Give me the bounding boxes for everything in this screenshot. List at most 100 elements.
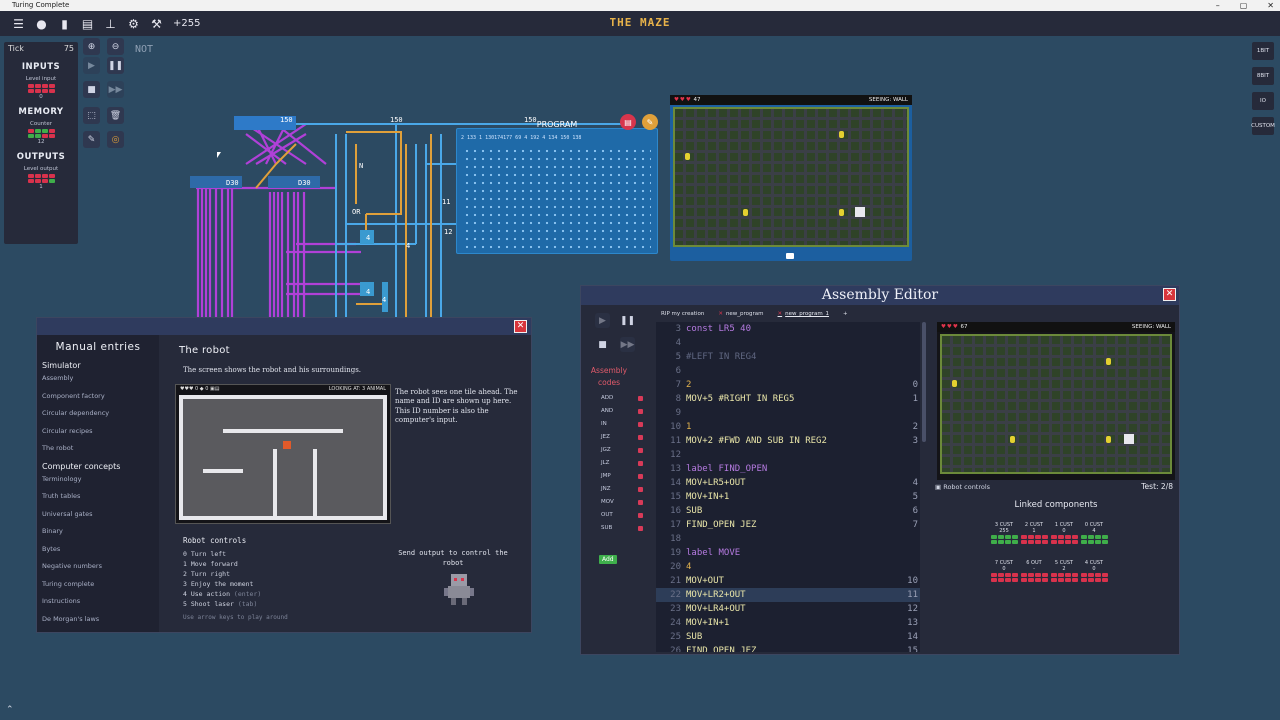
linked-component[interactable]: 4 CUST 0 <box>1079 560 1109 582</box>
asm-op-jnz[interactable]: JNZ <box>581 483 656 496</box>
asm-op-sub[interactable]: SUB <box>581 522 656 535</box>
asm-op-out[interactable]: OUT <box>581 509 656 522</box>
assembly-close-button[interactable]: ✕ <box>1163 288 1176 301</box>
manual-close-button[interactable]: ✕ <box>514 320 527 333</box>
code-line[interactable]: 18 <box>656 532 920 546</box>
maximize-button[interactable]: ▢ <box>1240 0 1248 11</box>
code-scrollbar[interactable] <box>922 322 926 442</box>
code-line[interactable]: 4 <box>656 336 920 350</box>
minimize-button[interactable]: – <box>1216 0 1220 11</box>
manual-item-bytes[interactable]: Bytes <box>37 541 159 559</box>
code-line[interactable]: 12 <box>656 448 920 462</box>
coin-icon <box>839 209 844 216</box>
new-tab-button[interactable]: + <box>838 310 853 322</box>
delete-op-icon <box>638 448 643 453</box>
step-play-button[interactable]: ▶ <box>83 57 100 74</box>
asm-op-jmp[interactable]: JMP <box>581 470 656 483</box>
code-line[interactable]: 8 MOV+5 #RIGHT IN REG5 1 <box>656 392 920 406</box>
code-line[interactable]: 72 0 <box>656 378 920 392</box>
code-line[interactable]: 9 <box>656 406 920 420</box>
asm-op-add[interactable]: ADD <box>581 392 656 405</box>
asm-op-mov[interactable]: MOV <box>581 496 656 509</box>
asm-op-jgz[interactable]: JGZ <box>581 444 656 457</box>
code-line[interactable]: 25 SUB 14 <box>656 630 920 644</box>
component-value: 4 <box>1092 528 1096 534</box>
manual-item-binary[interactable]: Binary <box>37 523 159 541</box>
small-maze-seeing: SEEING: WALL <box>1131 324 1171 330</box>
linked-component[interactable]: 5 CUST 2 <box>1049 560 1079 582</box>
maze-expand-icon[interactable] <box>786 253 794 259</box>
asm-play-button[interactable]: ▶ <box>595 313 610 328</box>
program-delete-icon[interactable]: ▤ <box>620 114 636 130</box>
code-line[interactable]: 15 MOV+IN+1 5 <box>656 490 920 504</box>
manual-item-circular-recipes[interactable]: Circular recipes <box>37 423 159 441</box>
linked-component[interactable]: 2 CUST 1 <box>1019 522 1049 544</box>
tab-rip-my-creation[interactable]: RIP my creation <box>656 310 709 322</box>
manual-item-instructions[interactable]: Instructions <box>37 593 159 611</box>
code-line[interactable]: 19 label MOVE <box>656 546 920 560</box>
asm-fast-forward-button[interactable]: ▶▶ <box>620 337 635 352</box>
code-line[interactable]: 16 SUB 6 <box>656 504 920 518</box>
close-window-button[interactable]: ✕ <box>1267 0 1274 11</box>
asm-stop-button[interactable]: ■ <box>595 337 610 352</box>
asm-op-in[interactable]: IN <box>581 418 656 431</box>
code-line[interactable]: 23 MOV+LR4+OUT 12 <box>656 602 920 616</box>
select-box-icon[interactable]: ⬚ <box>83 107 100 124</box>
linked-component[interactable]: 1 CUST 0 <box>1049 522 1079 544</box>
manual-item-the-robot[interactable]: The robot <box>37 440 159 458</box>
inputs-title: INPUTS <box>21 62 61 72</box>
color-wheel-icon[interactable]: ◎ <box>107 131 124 148</box>
asm-op-and[interactable]: AND <box>581 405 656 418</box>
category-io[interactable]: IO <box>1252 92 1274 110</box>
trash-icon[interactable]: 🗑 <box>107 107 124 124</box>
zoom-out-icon[interactable]: ⊖ <box>107 38 124 55</box>
linked-component[interactable]: 3 CUST 255 <box>989 522 1019 544</box>
linked-component[interactable]: 0 CUST 4 <box>1079 522 1109 544</box>
code-line[interactable]: 10 1 2 <box>656 420 920 434</box>
tab-new-program-1[interactable]: ✕ new_program_1 <box>773 310 834 322</box>
stop-button[interactable]: ■ <box>83 81 100 98</box>
code-line[interactable]: 3 const LR5 40 <box>656 322 920 336</box>
asm-op-jlz[interactable]: JLZ <box>581 457 656 470</box>
address-number: 0 <box>912 380 918 390</box>
category-custom[interactable]: CUSTOM <box>1251 117 1275 135</box>
pencil-icon[interactable]: ✎ <box>83 131 100 148</box>
tab-new-program[interactable]: ✕ new_program <box>713 310 768 322</box>
code-line[interactable]: 24 MOV+IN+1 13 <box>656 616 920 630</box>
code-line[interactable]: 26 FIND_OPEN JEZ 15 <box>656 644 920 652</box>
code-line[interactable]: 11 MOV+2 #FWD AND SUB IN REG2 3 <box>656 434 920 448</box>
manual-item-truth-tables[interactable]: Truth tables <box>37 488 159 506</box>
manual-item-circular-dependency[interactable]: Circular dependency <box>37 405 159 423</box>
asm-pause-button[interactable]: ❚❚ <box>620 313 635 328</box>
program-edit-icon[interactable]: ✎ <box>642 114 658 130</box>
manual-item-assembly[interactable]: Assembly <box>37 370 159 388</box>
code-line[interactable]: 6 <box>656 364 920 378</box>
manual-item-negative-numbers[interactable]: Negative numbers <box>37 558 159 576</box>
pause-button[interactable]: ❚❚ <box>107 57 124 74</box>
code-line[interactable]: 22 MOV+LR2+OUT 11 <box>656 588 920 602</box>
code-text: MOV+LR4+OUT <box>686 604 746 614</box>
code-line[interactable]: 14 MOV+LR5+OUT 4 <box>656 476 920 490</box>
code-line[interactable]: 5 #LEFT IN REG4 <box>656 350 920 364</box>
code-line[interactable]: 21 MOV+OUT 10 <box>656 574 920 588</box>
manual-item-terminology[interactable]: Terminology <box>37 471 159 489</box>
category-8bit[interactable]: 8BIT <box>1252 67 1274 85</box>
code-editor[interactable]: 3 const LR5 40 4 5 #LEFT IN REG4 6 7 2 0 8 MOV+5 #… <box>656 322 920 652</box>
code-line[interactable]: 17 FIND_OPEN JEZ 7 <box>656 518 920 532</box>
add-op-button[interactable]: Add <box>599 555 617 564</box>
manual-item-de-morgans-laws[interactable]: De Morgan's laws <box>37 611 159 629</box>
expand-up-icon[interactable]: ⌃ <box>6 705 14 715</box>
fast-forward-button[interactable]: ▶▶ <box>107 81 124 98</box>
zoom-in-icon[interactable]: ⊕ <box>83 38 100 55</box>
manual-item-component-factory[interactable]: Component factory <box>37 388 159 406</box>
manual-item-turing-complete[interactable]: Turing complete <box>37 576 159 594</box>
category-1bit[interactable]: 1BIT <box>1252 42 1274 60</box>
linked-component[interactable]: 6 OUT - <box>1019 560 1049 582</box>
manual-item-universal-gates[interactable]: Universal gates <box>37 506 159 524</box>
program-component[interactable]: PROGRAM 2 133 1 130174177 69 4 192 4 134… <box>456 120 658 254</box>
asm-op-jez[interactable]: JEZ <box>581 431 656 444</box>
code-line[interactable]: 13 label FIND_OPEN <box>656 462 920 476</box>
code-line[interactable]: 20 4 <box>656 560 920 574</box>
linked-component[interactable]: 7 CUST 0 <box>989 560 1019 582</box>
robot-controls-toggle[interactable]: ▣ Robot controls <box>935 483 990 491</box>
